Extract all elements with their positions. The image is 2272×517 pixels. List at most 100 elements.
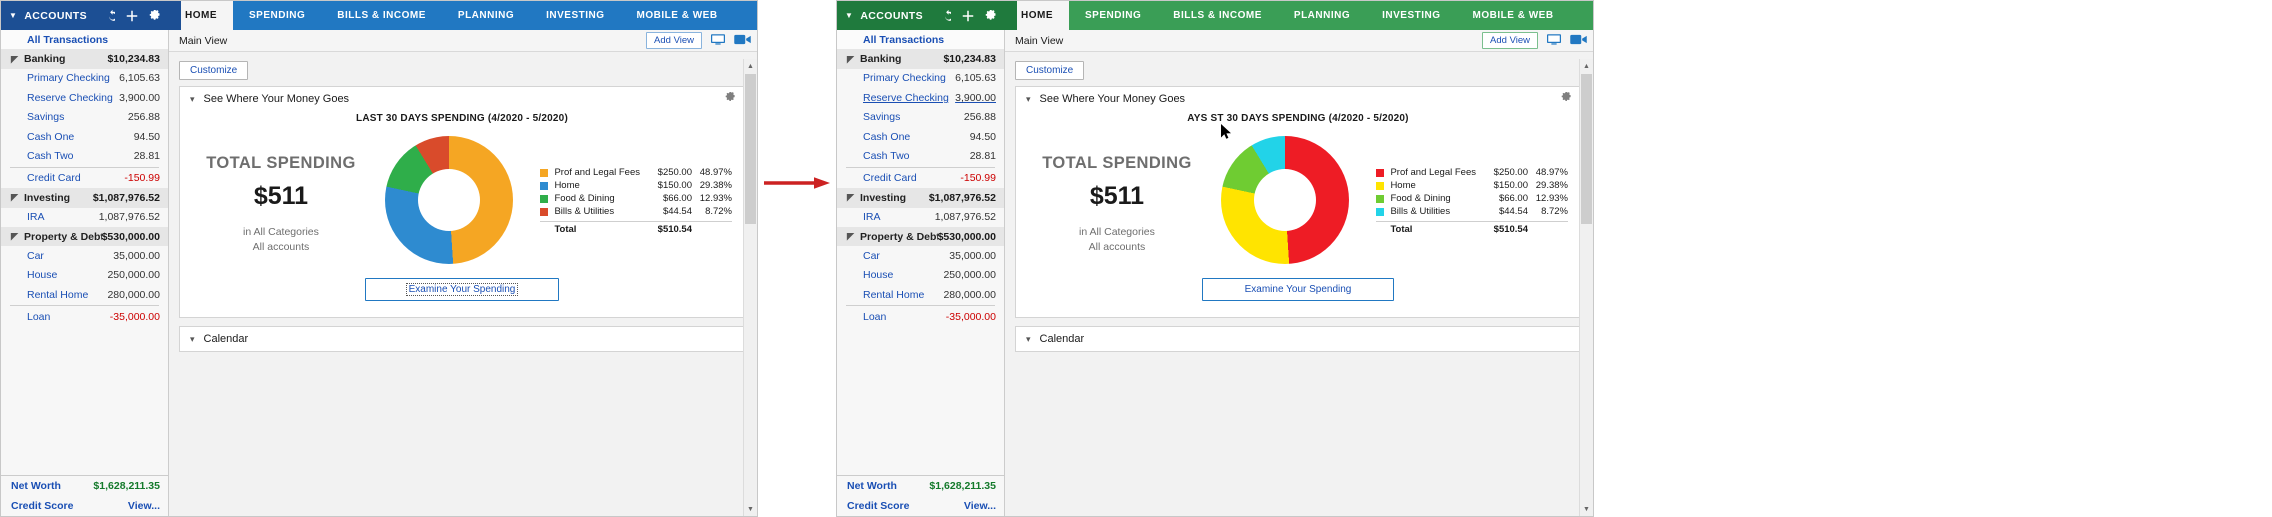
sidebar-item-ira[interactable]: IRA 1,087,976.52 bbox=[1, 208, 168, 227]
credit-score-link[interactable]: View... bbox=[964, 500, 996, 512]
donut-chart[interactable] bbox=[385, 136, 513, 264]
sidebar-item-cash-two[interactable]: Cash Two 28.81 bbox=[837, 146, 1004, 165]
sidebar-item-primary-checking[interactable]: Primary Checking 6,105.63 bbox=[1, 69, 168, 88]
sidebar-item-cash-two[interactable]: Cash Two 28.81 bbox=[1, 146, 168, 165]
sidebar-item-loan[interactable]: Loan -35,000.00 bbox=[1, 307, 168, 326]
main-view-label[interactable]: Main View bbox=[1015, 35, 1063, 47]
legend-row[interactable]: Bills & Utilities$44.548.72% bbox=[1376, 205, 1568, 218]
scroll-up-icon[interactable]: ▲ bbox=[744, 59, 757, 73]
sidebar-item-credit-card[interactable]: Credit Card -150.99 bbox=[837, 169, 1004, 188]
monitor-icon[interactable] bbox=[711, 32, 725, 50]
legend-row[interactable]: Food & Dining$66.0012.93% bbox=[540, 192, 732, 205]
chevron-down-icon[interactable]: ▼ bbox=[845, 12, 853, 20]
net-worth-row[interactable]: Net Worth $1,628,211.35 bbox=[1, 476, 168, 496]
sidebar-item-house[interactable]: House 250,000.00 bbox=[837, 266, 1004, 285]
credit-score-link[interactable]: View... bbox=[128, 500, 160, 512]
accounts-panel-header[interactable]: ▼ ACCOUNTS bbox=[837, 1, 1005, 30]
collapse-triangle-icon[interactable]: ◤ bbox=[847, 54, 860, 65]
refresh-icon[interactable] bbox=[102, 9, 115, 22]
main-view-label[interactable]: Main View bbox=[179, 35, 227, 47]
sidebar-item-car[interactable]: Car 35,000.00 bbox=[837, 246, 1004, 265]
examine-your-spending-button[interactable]: Examine Your Spending bbox=[1202, 278, 1395, 301]
collapse-triangle-icon[interactable]: ◤ bbox=[847, 192, 860, 203]
sidebar-item-all-transactions[interactable]: All Transactions bbox=[837, 30, 1004, 49]
tab-investing[interactable]: INVESTING bbox=[530, 1, 620, 30]
scroll-up-icon[interactable]: ▲ bbox=[1580, 59, 1593, 73]
add-icon[interactable] bbox=[962, 10, 974, 22]
tab-planning[interactable]: PLANNING bbox=[442, 1, 530, 30]
chevron-down-icon[interactable]: ▼ bbox=[9, 12, 17, 20]
tab-mobile-web[interactable]: MOBILE & WEB bbox=[621, 1, 734, 30]
chevron-down-icon[interactable]: ▾ bbox=[1026, 94, 1031, 105]
sidebar-item-savings[interactable]: Savings 256.88 bbox=[1, 108, 168, 127]
net-worth-row[interactable]: Net Worth $1,628,211.35 bbox=[837, 476, 1004, 496]
sidebar-item-loan[interactable]: Loan -35,000.00 bbox=[837, 307, 1004, 326]
chevron-down-icon[interactable]: ▾ bbox=[1026, 334, 1031, 345]
sidebar-group-banking[interactable]: ◤ Banking $10,234.83 bbox=[837, 49, 1004, 68]
sidebar-item-rental-home[interactable]: Rental Home 280,000.00 bbox=[1, 285, 168, 304]
sidebar-group-property-debt[interactable]: ◤ Property & Debt $530,000.00 bbox=[1, 227, 168, 246]
sidebar-item-savings[interactable]: Savings 256.88 bbox=[837, 108, 1004, 127]
add-view-button[interactable]: Add View bbox=[1482, 32, 1538, 49]
collapse-triangle-icon[interactable]: ◤ bbox=[847, 231, 860, 242]
scroll-down-icon[interactable]: ▼ bbox=[744, 502, 757, 516]
collapse-triangle-icon[interactable]: ◤ bbox=[11, 54, 24, 65]
gear-icon[interactable] bbox=[985, 10, 997, 22]
donut-chart[interactable] bbox=[1221, 136, 1349, 264]
gear-icon[interactable] bbox=[725, 92, 736, 106]
legend-row[interactable]: Home$150.0029.38% bbox=[1376, 179, 1568, 192]
add-view-button[interactable]: Add View bbox=[646, 32, 702, 49]
sidebar-item-ira[interactable]: IRA 1,087,976.52 bbox=[837, 208, 1004, 227]
vertical-scrollbar[interactable]: ▲ ▼ bbox=[1579, 59, 1593, 516]
sidebar-item-primary-checking[interactable]: Primary Checking 6,105.63 bbox=[837, 69, 1004, 88]
scrollbar-thumb[interactable] bbox=[745, 74, 756, 224]
tab-investing[interactable]: INVESTING bbox=[1366, 1, 1456, 30]
sidebar-group-banking[interactable]: ◤ Banking $10,234.83 bbox=[1, 49, 168, 68]
accounts-panel-header[interactable]: ▼ ACCOUNTS bbox=[1, 1, 169, 30]
chevron-down-icon[interactable]: ▾ bbox=[190, 94, 195, 105]
sidebar-item-reserve-checking[interactable]: Reserve Checking 3,900.00 bbox=[1, 88, 168, 107]
video-camera-icon[interactable] bbox=[734, 32, 751, 50]
sidebar-group-investing[interactable]: ◤ Investing $1,087,976.52 bbox=[1, 188, 168, 207]
sidebar-item-cash-one[interactable]: Cash One 94.50 bbox=[837, 127, 1004, 146]
monitor-icon[interactable] bbox=[1547, 32, 1561, 50]
tab-spending[interactable]: SPENDING bbox=[1069, 1, 1157, 30]
sidebar-group-investing[interactable]: ◤ Investing $1,087,976.52 bbox=[837, 188, 1004, 207]
legend-row[interactable]: Prof and Legal Fees$250.0048.97% bbox=[540, 166, 732, 179]
credit-score-row[interactable]: Credit Score View... bbox=[837, 496, 1004, 516]
vertical-scrollbar[interactable]: ▲ ▼ bbox=[743, 59, 757, 516]
sidebar-item-rental-home[interactable]: Rental Home 280,000.00 bbox=[837, 285, 1004, 304]
scrollbar-thumb[interactable] bbox=[1581, 74, 1592, 224]
legend-row[interactable]: Food & Dining$66.0012.93% bbox=[1376, 192, 1568, 205]
examine-your-spending-button[interactable]: Examine Your Spending bbox=[365, 278, 560, 301]
legend-row[interactable]: Bills & Utilities$44.548.72% bbox=[540, 205, 732, 218]
sidebar-item-credit-card[interactable]: Credit Card -150.99 bbox=[1, 169, 168, 188]
sidebar-item-reserve-checking[interactable]: Reserve Checking 3,900.00 bbox=[837, 88, 1004, 107]
legend-row[interactable]: Home$150.0029.38% bbox=[540, 179, 732, 192]
tab-planning[interactable]: PLANNING bbox=[1278, 1, 1366, 30]
chevron-down-icon[interactable]: ▾ bbox=[190, 334, 195, 345]
scroll-down-icon[interactable]: ▼ bbox=[1580, 502, 1593, 516]
add-icon[interactable] bbox=[126, 10, 138, 22]
legend-row[interactable]: Prof and Legal Fees$250.0048.97% bbox=[1376, 166, 1568, 179]
refresh-icon[interactable] bbox=[938, 9, 951, 22]
sidebar-item-all-transactions[interactable]: All Transactions bbox=[1, 30, 168, 49]
credit-score-row[interactable]: Credit Score View... bbox=[1, 496, 168, 516]
gear-icon[interactable] bbox=[149, 10, 161, 22]
video-camera-icon[interactable] bbox=[1570, 32, 1587, 50]
sidebar-item-cash-one[interactable]: Cash One 94.50 bbox=[1, 127, 168, 146]
tab-bills-income[interactable]: BILLS & INCOME bbox=[321, 1, 442, 30]
sidebar-item-car[interactable]: Car 35,000.00 bbox=[1, 246, 168, 265]
tab-home[interactable]: HOME bbox=[1005, 1, 1069, 30]
customize-button[interactable]: Customize bbox=[1015, 61, 1084, 80]
sidebar-group-property-debt[interactable]: ◤ Property & Debt $530,000.00 bbox=[837, 227, 1004, 246]
tab-bills-income[interactable]: BILLS & INCOME bbox=[1157, 1, 1278, 30]
gear-icon[interactable] bbox=[1561, 92, 1572, 106]
tab-mobile-web[interactable]: MOBILE & WEB bbox=[1457, 1, 1570, 30]
collapse-triangle-icon[interactable]: ◤ bbox=[11, 231, 24, 242]
collapse-triangle-icon[interactable]: ◤ bbox=[11, 192, 24, 203]
customize-button[interactable]: Customize bbox=[179, 61, 248, 80]
tab-home[interactable]: HOME bbox=[169, 1, 233, 30]
sidebar-item-house[interactable]: House 250,000.00 bbox=[1, 266, 168, 285]
tab-spending[interactable]: SPENDING bbox=[233, 1, 321, 30]
